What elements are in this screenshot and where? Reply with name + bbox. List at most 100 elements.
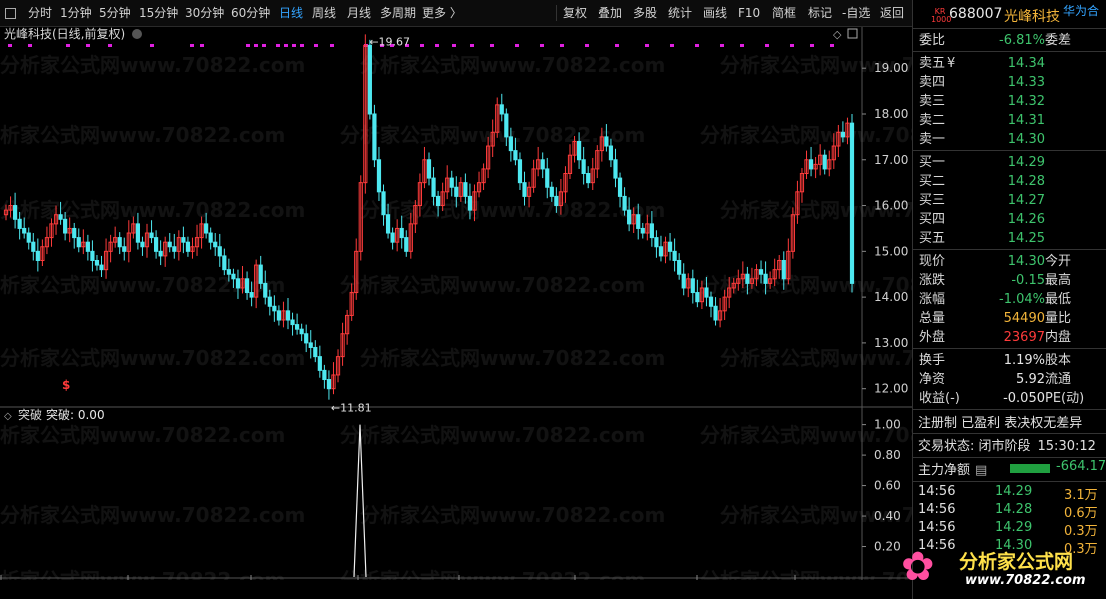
candle-body [135, 223, 141, 243]
candle-body [763, 273, 768, 284]
watermark-text: 分析家公式网www.70822.com [360, 346, 665, 370]
y-tick-label: 12.00 [874, 382, 908, 396]
row-label: 现价 [919, 254, 946, 269]
signal-dot [435, 44, 439, 47]
period-tab-6[interactable]: 日线 [279, 0, 303, 26]
row-label: 涨跌 [919, 273, 946, 288]
diamond-icon[interactable]: ◇ [833, 28, 842, 41]
period-tab-7[interactable]: 周线 [312, 0, 336, 26]
low-price-label: ←11.81 [331, 401, 372, 414]
toolbar-button-1[interactable]: 叠加 [598, 0, 622, 26]
signal-dot [810, 44, 814, 47]
logo-text: 分析家公式网 [959, 551, 1074, 573]
candle-body [576, 140, 582, 161]
period-tab-2[interactable]: 5分钟 [99, 0, 131, 26]
period-tab-5[interactable]: 60分钟 [231, 0, 270, 26]
trade-time: 15:30:12 [1037, 439, 1096, 454]
row-label: 卖二 [919, 113, 946, 128]
period-tab-8[interactable]: 月线 [347, 0, 371, 26]
list-icon[interactable]: ▤ [975, 463, 987, 478]
candle-body [467, 195, 473, 211]
period-tab-0[interactable]: 分时 [28, 0, 52, 26]
candle-body [517, 159, 523, 184]
period-tab-3[interactable]: 15分钟 [139, 0, 178, 26]
tick-row: 14:56 14.29 0.3万 [918, 520, 1106, 539]
candle-body [294, 324, 300, 330]
y-tick-label: 17.00 [874, 153, 908, 167]
candle-body [31, 241, 36, 252]
kline-chart[interactable]: 分析家公式网www.70822.com 分析家公式网www.70822.com 分析… [0, 27, 912, 580]
candle-body [713, 305, 718, 321]
period-tab-9[interactable]: 多周期 [380, 0, 416, 26]
candle-body [504, 113, 509, 138]
row-value: 14.25 [1007, 231, 1045, 246]
candle-body [299, 328, 304, 335]
stat2-row-1: 净资 5.92 流通 [917, 370, 1105, 389]
chart-area[interactable]: 分析家公式网www.70822.com 分析家公式网www.70822.com 分析… [0, 27, 912, 580]
signal-dot [8, 44, 12, 47]
period-tab-10[interactable]: 更多 〉 [422, 0, 462, 26]
signal-dot [790, 44, 794, 47]
candle-body [649, 223, 654, 239]
indicator-collapse-icon[interactable]: ◇ [4, 411, 12, 422]
menu-square-icon[interactable] [5, 8, 16, 19]
toolbar-button-0[interactable]: 复权 [563, 0, 587, 26]
row-value: 1.19% [1003, 353, 1045, 368]
row-value: 14.32 [1007, 94, 1045, 109]
candle-body [549, 186, 554, 197]
row-value: 14.30 [1007, 254, 1045, 269]
candle-body [513, 150, 518, 161]
candle-body [153, 237, 159, 252]
y-tick-label: 19.00 [874, 61, 908, 75]
candle-body [586, 173, 591, 184]
candle-body [304, 333, 309, 344]
toolbar-button-2[interactable]: 多股 [633, 0, 657, 26]
candle-body [94, 259, 100, 266]
candle-body [235, 278, 241, 289]
row-value: -1.04% [999, 292, 1045, 307]
stat-row-4: 外盘 23697 内盘 [917, 328, 1105, 347]
candle-body [636, 214, 641, 229]
ask-row-2: 卖三 14.32 [917, 92, 1105, 111]
signal-dot [670, 44, 674, 47]
period-tab-1[interactable]: 1分钟 [60, 0, 92, 26]
row-label2: 内盘 [1045, 330, 1072, 345]
row-label: 换手 [919, 353, 946, 368]
candle-body [244, 278, 250, 294]
tick-volume: 3.1万 [1064, 488, 1098, 503]
watermark-text: 分析家公式网www.70822.com [360, 503, 665, 527]
row-label: 收益(-) [919, 391, 960, 406]
signal-dot [66, 44, 70, 47]
y-tick-label: 14.00 [874, 290, 908, 304]
candle-body [12, 205, 18, 220]
row-label: 买四 [919, 212, 946, 227]
row-label2: 量比 [1045, 311, 1072, 326]
toolbar-button-5[interactable]: F10 [738, 0, 760, 26]
candle-body [399, 227, 404, 239]
maximize-icon[interactable] [847, 28, 858, 39]
signal-dot [515, 44, 519, 47]
toolbar-button-7[interactable]: 标记 [808, 0, 832, 26]
signal-dollar-icon: $ [62, 378, 70, 392]
toolbar-button-8[interactable]: -自选 [842, 0, 870, 26]
candle-body [367, 44, 372, 115]
candle-body [90, 250, 95, 261]
candle-body [322, 369, 327, 381]
divider [913, 28, 1106, 29]
stock-tags: 注册制 已盈利 表决权无差异 [918, 416, 1083, 431]
chevron-down-icon[interactable] [132, 29, 142, 39]
watermark-text: 分析家公式网www.70822.com [360, 53, 665, 77]
candle-body [185, 241, 191, 252]
candle-body [117, 237, 122, 248]
toolbar-button-3[interactable]: 统计 [668, 0, 692, 26]
toolbar-button-6[interactable]: 简框 [772, 0, 796, 26]
candle-body [263, 282, 268, 298]
toolbar-button-9[interactable]: 返回 [880, 0, 904, 26]
y-tick-label: 15.00 [874, 244, 908, 258]
toolbar-button-4[interactable]: 画线 [703, 0, 727, 26]
tick-time: 14:56 [918, 520, 956, 535]
divider [913, 348, 1106, 349]
candle-body [258, 264, 263, 284]
divider [913, 51, 1106, 52]
period-tab-4[interactable]: 30分钟 [185, 0, 224, 26]
